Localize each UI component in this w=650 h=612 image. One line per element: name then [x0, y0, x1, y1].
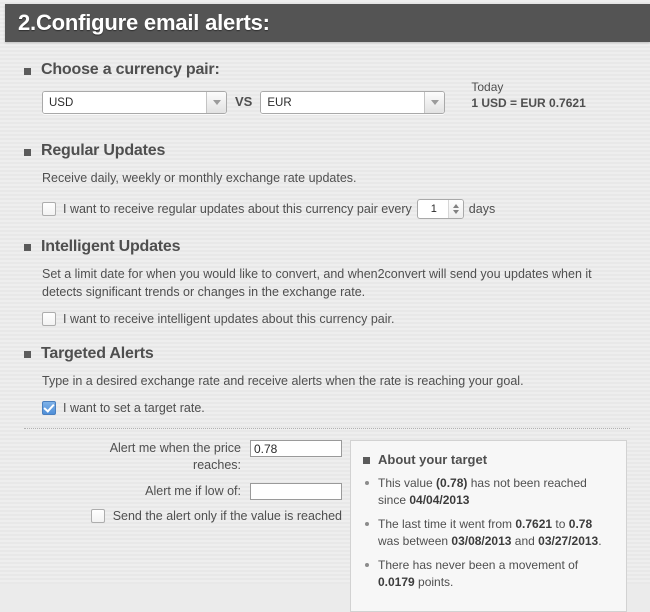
- square-bullet-icon: [363, 456, 370, 464]
- only-if-reached-checkbox[interactable]: [90, 508, 105, 523]
- about-your-target-title-label: About your target: [378, 451, 488, 467]
- about-your-target-title: About your target: [363, 452, 614, 467]
- target-rate-form: Alert me when the price reaches: Alert m…: [24, 439, 342, 523]
- chevron-down-icon[interactable]: [452, 209, 459, 214]
- targeted-alerts-heading: Targeted Alerts: [24, 345, 630, 363]
- targeted-alerts-description: Type in a desired exchange rate and rece…: [42, 373, 524, 388]
- currency-pair-heading-label: Choose a currency pair:: [41, 61, 220, 78]
- targeted-alerts-checkbox-label: I want to set a target rate.: [63, 400, 205, 415]
- chevron-up-icon[interactable]: [452, 203, 459, 208]
- to-currency-value: EUR: [261, 92, 425, 113]
- today-rate-block: Today 1 USD = EUR 0.7621: [471, 79, 585, 111]
- square-bullet-icon: [24, 244, 31, 251]
- chevron-down-icon: [212, 100, 221, 105]
- regular-updates-checkbox[interactable]: [42, 201, 56, 216]
- intelligent-updates-heading-label: Intelligent Updates: [41, 237, 181, 255]
- regular-updates-label-after: days: [468, 201, 496, 216]
- intelligent-updates-checkbox[interactable]: [42, 311, 56, 326]
- regular-updates-heading-label: Regular Updates: [41, 142, 166, 160]
- only-if-reached-row: Send the alert only if the value is reac…: [40, 508, 342, 523]
- page-title: 2.Configure email alerts:: [18, 10, 270, 35]
- regular-updates-option-row: I want to receive regular updates about …: [42, 198, 630, 219]
- page-header: 2.Configure email alerts:: [5, 4, 650, 42]
- currency-pair-heading: Choose a currency pair:: [24, 61, 630, 79]
- intelligent-updates-checkbox-label: I want to receive intelligent updates ab…: [63, 311, 395, 326]
- stepper-arrows[interactable]: [447, 199, 463, 218]
- price-reaches-input[interactable]: [250, 439, 342, 457]
- about-your-target-box: About your target This value (0.78) has …: [350, 439, 627, 612]
- only-if-reached-label: Send the alert only if the value is reac…: [112, 508, 342, 523]
- section-currency-pair: Choose a currency pair: USD VS EUR Today…: [24, 61, 630, 123]
- page-root: 2.Configure email alerts: Choose a curre…: [0, 0, 650, 612]
- from-currency-dropdown-button[interactable]: [206, 92, 226, 113]
- targeted-alerts-heading-label: Targeted Alerts: [41, 344, 154, 362]
- from-currency-value: USD: [43, 92, 206, 113]
- section-targeted-alerts: Targeted Alerts Type in a desired exchan…: [24, 345, 630, 415]
- intelligent-updates-description: Set a limit date for when you would like…: [42, 266, 592, 299]
- about-your-target-item: There has never been a movement of 0.017…: [363, 557, 614, 591]
- intelligent-updates-heading: Intelligent Updates: [24, 238, 630, 256]
- targeted-alerts-checkbox[interactable]: [42, 400, 56, 415]
- regular-updates-description: Receive daily, weekly or monthly exchang…: [42, 171, 357, 186]
- square-bullet-icon: [24, 351, 31, 359]
- to-currency-dropdown-button[interactable]: [424, 92, 445, 113]
- section-intelligent-updates: Intelligent Updates Set a limit date for…: [24, 238, 630, 326]
- price-reaches-row: Alert me when the price reaches:: [40, 439, 342, 474]
- about-your-target-list: This value (0.78) has not been reached s…: [363, 475, 614, 591]
- vs-label: VS: [235, 94, 253, 109]
- regular-updates-interval-stepper[interactable]: 1: [416, 198, 464, 219]
- low-of-label: Alert me if low of:: [145, 483, 241, 498]
- to-currency-select[interactable]: EUR: [260, 91, 446, 114]
- section-regular-updates: Regular Updates Receive daily, weekly or…: [24, 142, 630, 219]
- square-bullet-icon: [24, 67, 31, 75]
- intelligent-updates-option-row: I want to receive intelligent updates ab…: [42, 311, 630, 326]
- currency-pair-row: USD VS EUR Today 1 USD = EUR 0.7621: [42, 80, 630, 123]
- today-rate-value: 1 USD = EUR 0.7621: [471, 96, 586, 111]
- low-of-row: Alert me if low of:: [40, 482, 342, 500]
- today-label: Today: [471, 80, 504, 94]
- chevron-down-icon: [430, 100, 439, 105]
- regular-updates-label-before: I want to receive regular updates about …: [63, 201, 412, 216]
- price-reaches-label: Alert me when the price reaches:: [109, 440, 241, 472]
- regular-updates-heading: Regular Updates: [24, 142, 630, 160]
- square-bullet-icon: [24, 148, 31, 156]
- about-your-target-item: The last time it went from 0.7621 to 0.7…: [363, 516, 614, 550]
- target-rate-panel: Alert me when the price reaches: Alert m…: [24, 427, 630, 612]
- regular-updates-interval-value: 1: [430, 202, 437, 215]
- from-currency-select[interactable]: USD: [42, 91, 227, 114]
- about-your-target-item: This value (0.78) has not been reached s…: [363, 475, 614, 509]
- header-wrapper: 2.Configure email alerts:: [0, 0, 650, 42]
- content-area: Choose a currency pair: USD VS EUR Today…: [0, 61, 650, 612]
- low-of-input[interactable]: [250, 482, 342, 500]
- targeted-alerts-option-row: I want to set a target rate.: [42, 400, 630, 415]
